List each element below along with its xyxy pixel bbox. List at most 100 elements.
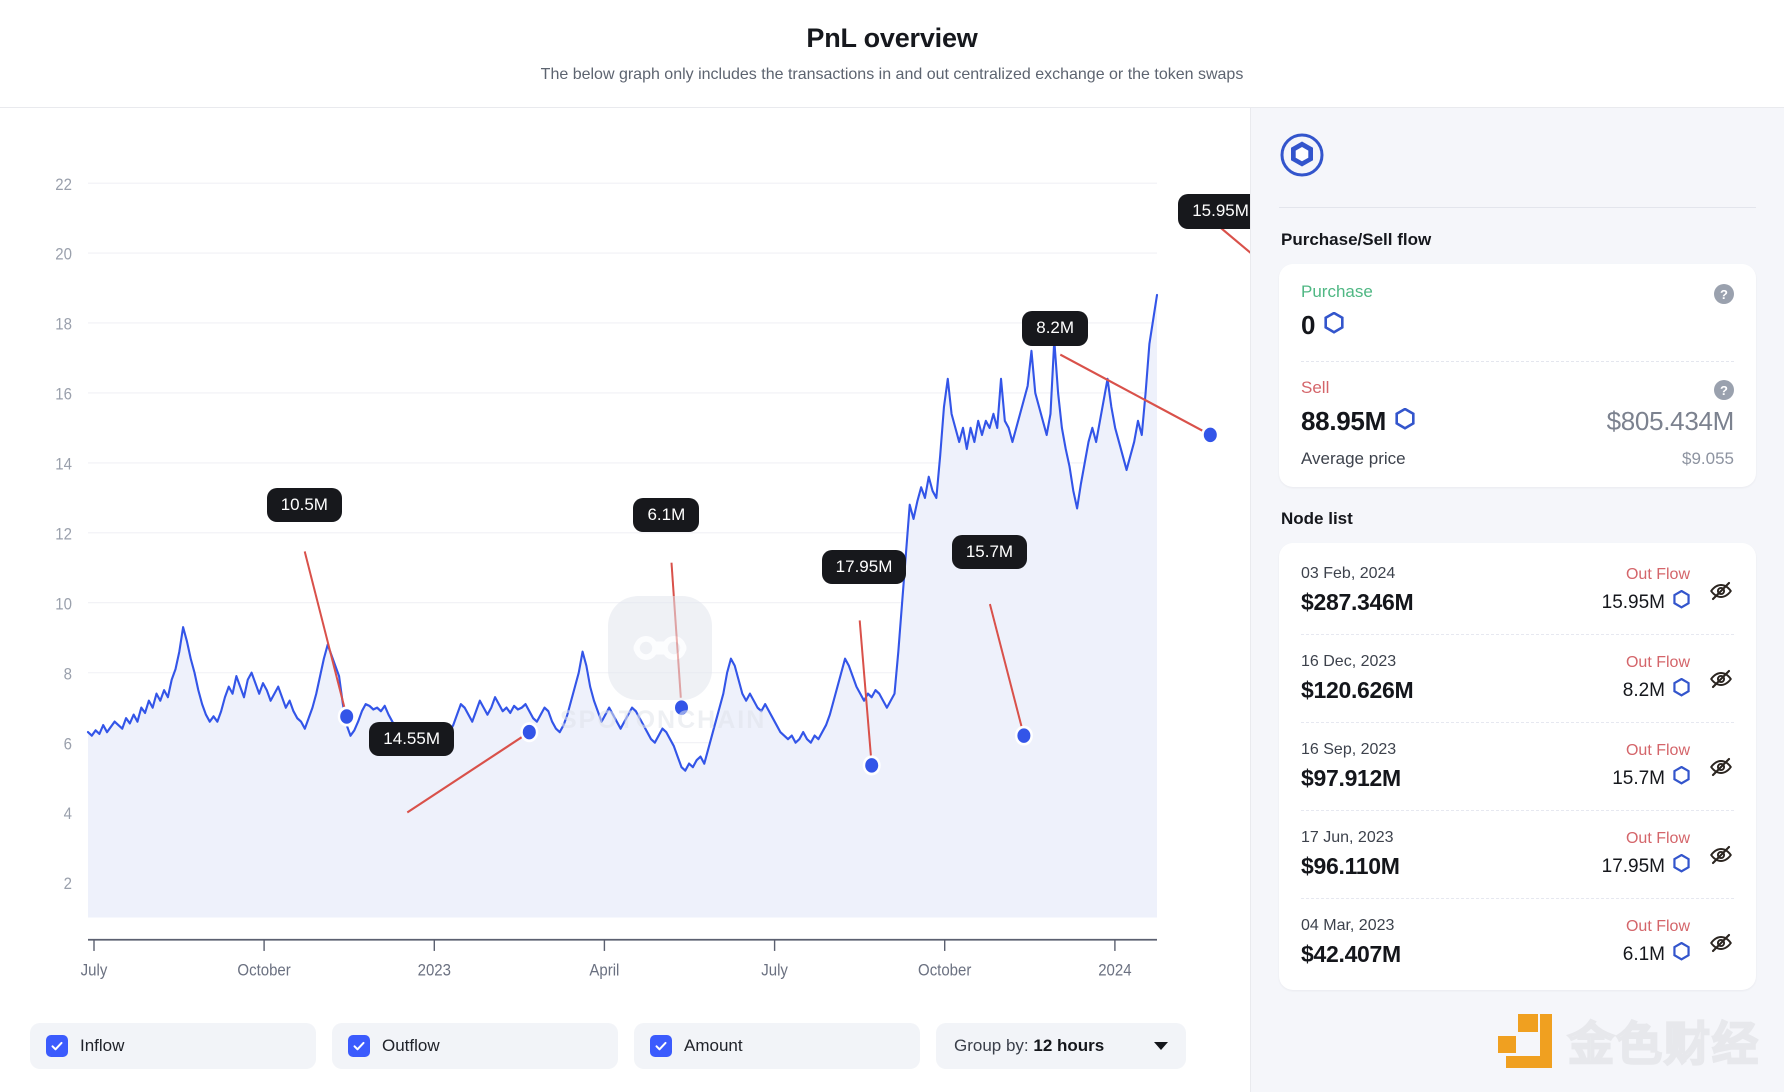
node-quantity: 6.1M — [1623, 941, 1690, 967]
chainlink-hex-icon — [1673, 765, 1690, 791]
svg-text:July: July — [761, 962, 788, 980]
sell-usd-value: $805.434M — [1606, 406, 1735, 436]
sell-row: ? Sell 88.95M $805.434M Average price $9… — [1301, 378, 1734, 469]
node-flow-type: Out Flow — [1625, 918, 1690, 935]
node-flow-type: Out Flow — [1625, 654, 1690, 671]
chainlink-hex-icon — [1324, 310, 1344, 341]
svg-text:10: 10 — [55, 596, 72, 614]
node-quantity: 17.95M — [1602, 853, 1690, 879]
chart-controls: Inflow Outflow Amount Group by: 12 hours — [0, 1000, 1250, 1092]
node-usd-value: $287.346M — [1301, 589, 1414, 615]
outflow-label: Outflow — [382, 1036, 440, 1055]
purchase-amount-group: 0 — [1301, 310, 1344, 341]
eye-slash-icon[interactable] — [1708, 667, 1734, 691]
chainlink-token-icon — [1279, 133, 1325, 182]
token-logo-row — [1279, 132, 1756, 208]
jinse-watermark: 金色财经 — [1496, 1008, 1760, 1074]
pnl-overview-page: PnL overview The below graph only includ… — [0, 0, 1784, 1092]
svg-text:April: April — [589, 962, 619, 980]
purchase-label: Purchase — [1301, 282, 1373, 301]
question-mark-icon[interactable]: ? — [1714, 380, 1734, 400]
svg-text:2024: 2024 — [1098, 962, 1132, 980]
chainlink-hex-icon — [1395, 406, 1415, 437]
chainlink-hex-icon — [1673, 589, 1690, 615]
node-usd-value: $42.407M — [1301, 941, 1401, 967]
eye-slash-icon[interactable] — [1708, 931, 1734, 955]
inflow-checkbox[interactable]: Inflow — [30, 1023, 316, 1069]
chainlink-hex-icon — [1673, 941, 1690, 967]
node-list-item[interactable]: 16 Dec, 2023 $120.626M Out Flow 8.2M — [1301, 635, 1734, 723]
node-list-item[interactable]: 16 Sep, 2023 $97.912M Out Flow 15.7M — [1301, 723, 1734, 811]
sell-amount: 88.95M — [1301, 406, 1386, 436]
svg-text:12: 12 — [55, 526, 72, 544]
card-divider — [1301, 361, 1734, 362]
node-list-title: Node list — [1281, 509, 1353, 528]
node-date: 04 Mar, 2023 — [1301, 917, 1395, 934]
node-list-item[interactable]: 17 Jun, 2023 $96.110M Out Flow 17.95M — [1301, 811, 1734, 899]
chainlink-hex-icon — [1673, 853, 1690, 879]
eye-slash-icon[interactable] — [1708, 843, 1734, 867]
node-quantity: 15.95M — [1602, 589, 1690, 615]
sell-label: Sell — [1301, 378, 1330, 397]
average-price-row: Average price $9.055 — [1301, 449, 1734, 469]
svg-text:2023: 2023 — [418, 962, 452, 980]
average-price-value: $9.055 — [1682, 449, 1734, 468]
page-title: PnL overview — [806, 23, 978, 53]
chart-area: 2 4 6 8 10 12 14 16 18 20 22 July October 2023 April Ju… — [0, 108, 1263, 1000]
inflow-label: Inflow — [80, 1036, 125, 1055]
svg-text:6: 6 — [64, 736, 72, 754]
node-date: 17 Jun, 2023 — [1301, 829, 1394, 846]
chart-annotation-tooltip[interactable]: 8.2M — [1022, 311, 1089, 346]
chart-annotation-tooltip[interactable]: 6.1M — [633, 497, 700, 533]
node-flow-type: Out Flow — [1625, 742, 1690, 759]
group-by-prefix: Group by: — [954, 1036, 1029, 1055]
svg-text:8: 8 — [64, 666, 72, 684]
node-usd-value: $97.912M — [1301, 765, 1401, 791]
group-by-dropdown[interactable]: Group by: 12 hours — [936, 1023, 1186, 1069]
node-list-item[interactable]: 04 Mar, 2023 $42.407M Out Flow 6.1M — [1301, 899, 1734, 986]
node-quantity: 8.2M — [1623, 677, 1690, 703]
eye-slash-icon[interactable] — [1708, 755, 1734, 779]
token-sidebar: Purchase/Sell flow ? Purchase 0 ? Sell 8… — [1250, 108, 1784, 1092]
page-body: 2 4 6 8 10 12 14 16 18 20 22 July October 2023 April Ju… — [0, 108, 1784, 1092]
node-date: 16 Dec, 2023 — [1301, 653, 1397, 670]
node-date: 16 Sep, 2023 — [1301, 741, 1397, 758]
svg-text:July: July — [81, 962, 108, 980]
node-usd-value: $120.626M — [1301, 677, 1414, 703]
sell-amount-group: 88.95M — [1301, 406, 1415, 437]
chart-annotation-tooltip[interactable]: 14.55M — [369, 721, 454, 757]
svg-text:4: 4 — [64, 806, 72, 824]
group-by-value: 12 hours — [1033, 1036, 1105, 1055]
svg-text:14: 14 — [55, 456, 72, 474]
outflow-checkbox[interactable]: Outflow — [332, 1023, 618, 1069]
purchase-sell-card: ? Purchase 0 ? Sell 88.95M $805.434M Ave… — [1279, 264, 1756, 487]
page-subtitle: The below graph only includes the transa… — [540, 66, 1244, 83]
amount-label: Amount — [684, 1036, 743, 1055]
amount-checkbox[interactable]: Amount — [634, 1023, 920, 1069]
page-header: PnL overview The below graph only includ… — [0, 0, 1784, 108]
jinse-logo-icon — [1496, 1010, 1554, 1072]
chart-annotation-tooltip[interactable]: 10.5M — [266, 487, 342, 523]
svg-text:2: 2 — [64, 875, 72, 893]
average-price-label: Average price — [1301, 449, 1406, 468]
node-list: 03 Feb, 2024 $287.346M Out Flow 15.95M 1… — [1279, 543, 1756, 990]
eye-slash-icon[interactable] — [1708, 579, 1734, 603]
chainlink-hex-icon — [1673, 677, 1690, 703]
node-flow-type: Out Flow — [1625, 830, 1690, 847]
flow-section-title: Purchase/Sell flow — [1281, 230, 1432, 249]
node-quantity: 15.7M — [1612, 765, 1690, 791]
svg-text:22: 22 — [55, 176, 72, 194]
pnl-line-chart[interactable]: 2 4 6 8 10 12 14 16 18 20 22 July October 2023 April Ju… — [0, 108, 1250, 1000]
svg-text:20: 20 — [55, 246, 72, 264]
purchase-amount: 0 — [1301, 310, 1316, 340]
chart-annotation-tooltip[interactable]: 17.95M — [821, 549, 907, 584]
svg-text:October: October — [237, 962, 291, 980]
svg-text:October: October — [918, 962, 972, 980]
node-flow-type: Out Flow — [1625, 566, 1690, 583]
node-date: 03 Feb, 2024 — [1301, 565, 1396, 582]
svg-text:16: 16 — [55, 386, 72, 404]
node-list-item[interactable]: 03 Feb, 2024 $287.346M Out Flow 15.95M — [1301, 547, 1734, 635]
question-mark-icon[interactable]: ? — [1714, 284, 1734, 304]
chart-annotation-tooltip[interactable]: 15.7M — [951, 534, 1028, 570]
svg-text:18: 18 — [55, 316, 72, 334]
